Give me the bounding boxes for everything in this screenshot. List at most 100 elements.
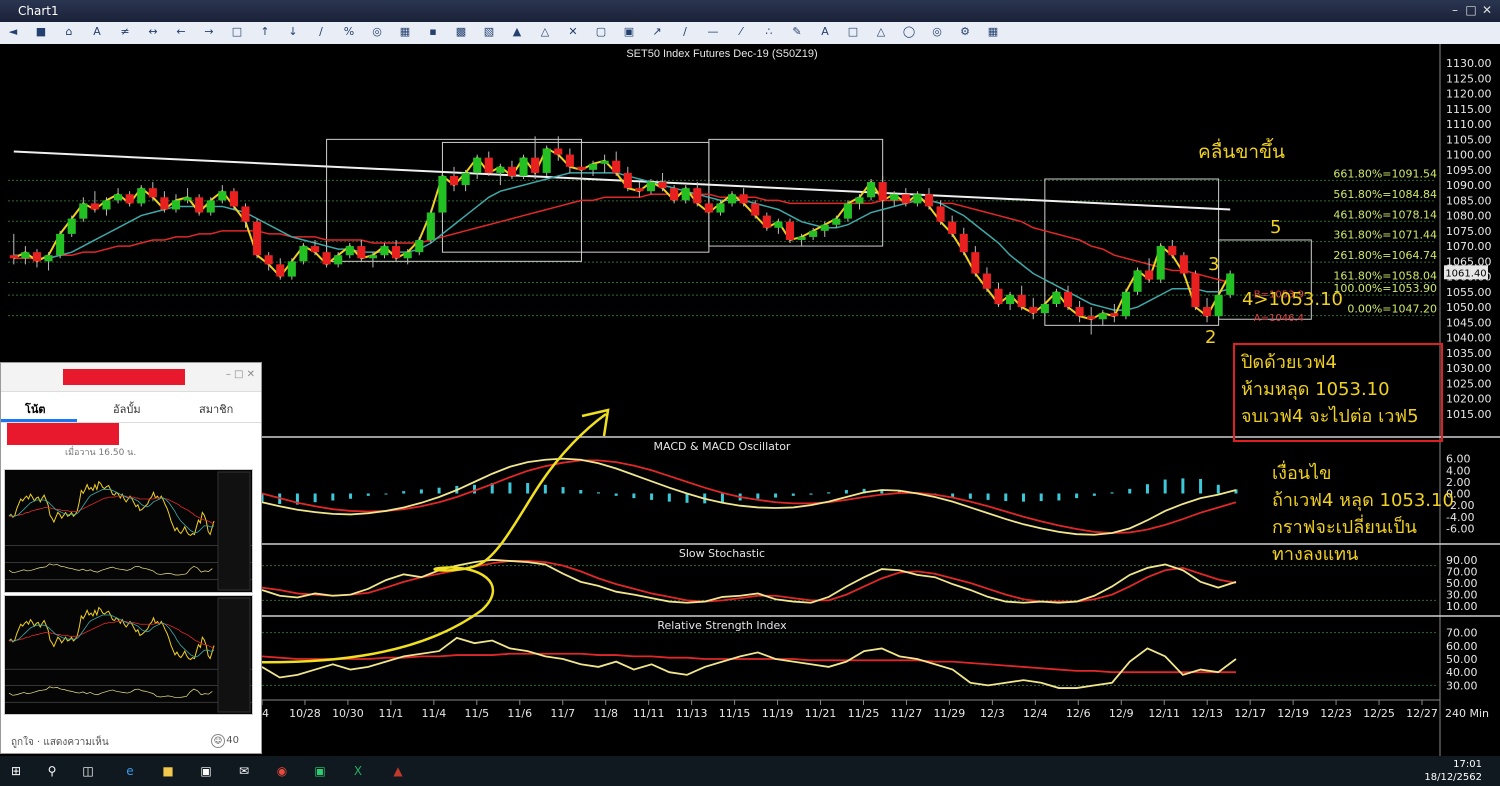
candle-body <box>1226 273 1235 295</box>
price-tick-label: 1070.00 <box>1446 240 1492 253</box>
price-tick-label: 1015.00 <box>1446 408 1492 421</box>
last-price-label: 1061.40 <box>1445 268 1486 279</box>
candle-body <box>716 203 725 213</box>
candle-body <box>751 203 760 216</box>
toolbar-tool-icon[interactable]: ▣ <box>622 25 636 39</box>
toolbar-tool-icon[interactable]: ↔ <box>146 25 160 39</box>
post-image-2[interactable] <box>4 595 253 715</box>
post-image-1[interactable] <box>4 469 253 593</box>
toolbar-tool-icon[interactable]: ◎ <box>930 25 944 39</box>
toolbar-tool-icon[interactable]: △ <box>874 25 888 39</box>
tab-albums[interactable]: อัลบั้ม <box>113 400 141 418</box>
search-icon[interactable]: ⚲ <box>44 764 60 778</box>
macd-oscillator-bar <box>437 487 441 494</box>
edge-browser-icon[interactable]: e <box>122 764 138 778</box>
x-tick-label: 12/3 <box>980 707 1005 720</box>
toolbar-tool-icon[interactable]: ⌂ <box>62 25 76 39</box>
candle-body <box>693 188 702 204</box>
toolbar-tool-icon[interactable]: ↓ <box>286 25 300 39</box>
mail-icon[interactable]: ✉ <box>236 764 252 778</box>
toolbar-tool-icon[interactable]: ← <box>174 25 188 39</box>
windows-start-icon[interactable]: ⊞ <box>8 764 24 778</box>
chrome-icon[interactable]: ◉ <box>274 764 290 778</box>
toolbar-tool-icon[interactable]: ◄ <box>6 25 20 39</box>
indicator-title: Relative Strength Index <box>657 619 787 632</box>
toolbar-tool-icon[interactable]: → <box>202 25 216 39</box>
candle-body <box>322 252 331 265</box>
toolbar-tool-icon[interactable]: ◎ <box>370 25 384 39</box>
price-tick-label: 1120.00 <box>1446 88 1492 101</box>
toolbar-tool-icon[interactable]: ⁄ <box>734 25 748 39</box>
x-tick-label: 12/11 <box>1148 707 1180 720</box>
fib-level-label: 361.80%=1071.44 <box>1333 229 1437 242</box>
candle-body <box>994 288 1003 304</box>
candle-body <box>461 172 470 186</box>
toolbar-tool-icon[interactable]: ◯ <box>902 25 916 39</box>
indicator-title: Slow Stochastic <box>679 547 765 560</box>
macd-oscillator-bar <box>366 493 370 496</box>
timeframe-label: 240 Min <box>1445 707 1489 720</box>
toolbar-tool-icon[interactable]: ▩ <box>454 25 468 39</box>
wave-number-label: 3 <box>1208 254 1219 275</box>
tab-members[interactable]: สมาชิก <box>199 400 233 418</box>
line-app-icon[interactable]: ▣ <box>312 764 328 778</box>
x-tick-label: 12/17 <box>1234 707 1266 720</box>
candle-body <box>1156 246 1165 280</box>
indicator-tick-label: 10.00 <box>1446 600 1478 613</box>
thumbnail-indicator-line <box>8 686 213 698</box>
toolbar-tool-icon[interactable]: A <box>90 25 104 39</box>
wave-point-label: A=1046.4 <box>1254 313 1304 324</box>
candle-body <box>762 215 771 228</box>
toolbar-tool-icon[interactable]: ↗ <box>650 25 664 39</box>
tab-notes[interactable]: โน้ต <box>25 400 46 418</box>
toolbar-tool-icon[interactable]: ∴ <box>762 25 776 39</box>
toolbar-tool-icon[interactable]: ✕ <box>566 25 580 39</box>
toolbar-tool-icon[interactable]: ∕ <box>314 25 328 39</box>
toolbar-tool-icon[interactable]: % <box>342 25 356 39</box>
toolbar-tool-icon[interactable]: ▦ <box>398 25 412 39</box>
toolbar-tool-icon[interactable]: A <box>818 25 832 39</box>
toolbar-tool-icon[interactable]: ▲ <box>510 25 524 39</box>
candle-body <box>310 246 320 253</box>
file-explorer-icon[interactable]: ■ <box>160 764 176 778</box>
macd-oscillator-bar <box>1039 493 1043 502</box>
minimize-icon[interactable]: – <box>1448 3 1462 17</box>
toolbar-tool-icon[interactable]: △ <box>538 25 552 39</box>
trading-app-icon[interactable]: ▲ <box>390 764 406 778</box>
thumbnail-axis <box>217 597 251 713</box>
toolbar-tool-icon[interactable]: ∕ <box>678 25 692 39</box>
toolbar-tool-icon[interactable]: ▢ <box>594 25 608 39</box>
macd-oscillator-bar <box>1145 484 1149 494</box>
task-view-icon[interactable]: ◫ <box>80 764 96 778</box>
toolbar-tool-icon[interactable]: ▦ <box>986 25 1000 39</box>
x-tick-label: 11/5 <box>464 707 489 720</box>
post-actions[interactable]: ถูกใจ · แสดงความเห็น <box>11 735 109 750</box>
candle-body <box>403 252 412 259</box>
panel-header: – □ ✕ <box>1 363 261 392</box>
candle-body <box>56 233 65 256</box>
wave-number-label: 2 <box>1205 327 1216 348</box>
restore-icon[interactable]: □ <box>1464 3 1478 17</box>
toolbar-tool-icon[interactable]: ↑ <box>258 25 272 39</box>
macd-oscillator-bar <box>720 493 724 503</box>
toolbar-tool-icon[interactable]: ✎ <box>790 25 804 39</box>
toolbar-tool-icon[interactable]: ■ <box>34 25 48 39</box>
close-icon[interactable]: ✕ <box>1480 3 1494 17</box>
macd-oscillator-bar <box>844 490 848 494</box>
candle-body <box>704 203 713 213</box>
smiley-icon: ☺ <box>211 734 225 748</box>
toolbar-tool-icon[interactable]: ▧ <box>482 25 496 39</box>
toolbar-tool-icon[interactable]: ▪ <box>426 25 440 39</box>
toolbar-tool-icon[interactable]: ≠ <box>118 25 132 39</box>
panel-window-controls[interactable]: – □ ✕ <box>226 369 255 380</box>
macd-oscillator-bar <box>809 493 813 495</box>
excel-icon[interactable]: X <box>350 764 366 778</box>
toolbar-tool-icon[interactable]: □ <box>846 25 860 39</box>
candle-body <box>936 206 945 222</box>
toolbar-tool-icon[interactable]: □ <box>230 25 244 39</box>
candle-body <box>1040 304 1049 314</box>
candle-body <box>774 221 783 228</box>
store-icon[interactable]: ▣ <box>198 764 214 778</box>
toolbar-tool-icon[interactable]: ⚙ <box>958 25 972 39</box>
toolbar-tool-icon[interactable]: — <box>706 25 720 39</box>
